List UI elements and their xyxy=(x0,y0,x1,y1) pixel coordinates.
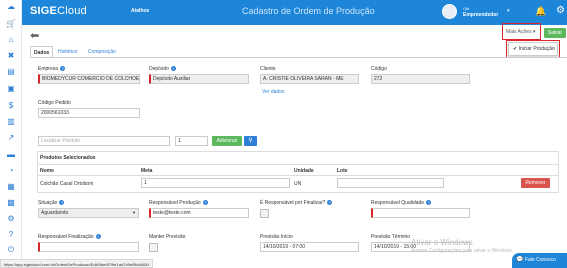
cliente-label: Cliente xyxy=(260,66,276,72)
atalhos-menu[interactable]: Atalhos xyxy=(131,8,149,14)
help-icon: ? xyxy=(426,200,432,206)
empresa-label: Empresa? xyxy=(38,66,66,72)
quantity-input[interactable]: 1 xyxy=(175,136,208,146)
resp-finalizacao-field[interactable] xyxy=(38,242,139,252)
help-icon: ? xyxy=(59,200,65,206)
save-button[interactable]: Salvar xyxy=(544,28,566,38)
help-icon: ? xyxy=(170,66,176,72)
status-bar-url: https://app.sigecloud.com.br/OrdemDeProd… xyxy=(0,259,153,268)
ver-dados-link[interactable]: Ver dados xyxy=(262,89,285,95)
sidebar: ☁ 🛒 ⌂ ✖ ▤ ▣ $ ▥ ↗ ▬ ◔ ▦ ▩ ⚙ ? ⏻ xyxy=(0,0,22,268)
col-header-nome: Nome xyxy=(40,168,54,174)
codigo-field[interactable]: 272 xyxy=(371,74,470,84)
codigo-pedido-field[interactable]: 2000561033 xyxy=(38,108,140,118)
top-bar: SIGECloud Atalhos Cadastro de Ordem de P… xyxy=(22,0,567,25)
mais-acoes-dropdown: ✔ Iniciar Produção xyxy=(508,42,558,56)
previsao-inicio-field[interactable]: 14/10/2019 - 07:00 xyxy=(260,242,359,252)
cell-unidade: UN xyxy=(294,181,302,187)
avatar[interactable] xyxy=(442,4,457,19)
windows-watermark-title: Ativar o Windows xyxy=(411,238,473,247)
e-resp-finalizar-label: É Responsável por Finalizar?? xyxy=(260,200,333,206)
brand-logo[interactable]: SIGECloud xyxy=(30,5,87,17)
situacao-label: Situação? xyxy=(38,200,65,206)
user-greeting: Olá xyxy=(463,6,470,11)
resp-producao-field[interactable]: teste@teste.com xyxy=(149,208,249,218)
page-title: Cadastro de Ordem de Produção xyxy=(242,6,375,16)
cell-nome: Colchão Casal Ortobom xyxy=(40,181,94,187)
settings-icon[interactable]: ⚙ xyxy=(5,214,17,224)
bell-icon[interactable]: 🔔 xyxy=(535,6,546,17)
resp-finalizacao-label: Responsável Finalização? xyxy=(38,234,101,240)
manter-previsao-label: Manter Previsão xyxy=(149,234,186,240)
power-icon[interactable]: ⏻ xyxy=(5,245,17,255)
chevron-down-icon: ▼ xyxy=(132,210,136,215)
e-resp-finalizar-checkbox[interactable] xyxy=(260,209,269,218)
help-icon: ? xyxy=(327,200,333,206)
help-icon: ? xyxy=(95,234,101,240)
localizar-produto-input[interactable]: Localizar Produto xyxy=(38,136,170,146)
fale-conosco-button[interactable]: 💬 Fale Conosco xyxy=(512,253,567,268)
resp-qualidade-field[interactable] xyxy=(371,208,470,218)
wrench-icon[interactable]: ↗ xyxy=(5,133,17,143)
cell-lote-input[interactable] xyxy=(337,178,444,188)
menu-item-iniciar-producao[interactable]: ✔ Iniciar Produção xyxy=(513,46,555,52)
deposito-field[interactable]: Depósito Auxiliar xyxy=(149,74,249,84)
col-header-lote: Lote xyxy=(337,168,348,174)
chat-icon: 💬 xyxy=(516,257,524,263)
grid-icon[interactable]: ▩ xyxy=(5,198,17,208)
codigo-label: Código xyxy=(371,66,387,72)
chevron-down-icon[interactable]: ▾ xyxy=(507,8,510,14)
mais-acoes-button[interactable]: Mais Ações ▾ xyxy=(506,29,535,35)
previsao-inicio-label: Previsão Início xyxy=(260,234,293,240)
empresa-field[interactable]: BIOMEDYCUR COMERCIO DE COLCHOE xyxy=(38,74,140,84)
resp-producao-label: Responsável Produção? xyxy=(149,200,208,206)
deposito-label: Depósito? xyxy=(149,66,176,72)
bank-icon[interactable]: ▥ xyxy=(5,117,17,127)
tools-icon[interactable]: ✖ xyxy=(5,51,17,61)
remover-button[interactable]: Remover xyxy=(521,178,550,188)
cell-meta-input[interactable]: 1 xyxy=(141,178,290,188)
manter-previsao-checkbox[interactable] xyxy=(149,243,158,252)
cloud-icon[interactable]: ☁ xyxy=(5,2,17,12)
box-icon[interactable]: ▣ xyxy=(5,84,17,94)
tab-divider xyxy=(30,57,567,58)
table-divider xyxy=(37,164,559,165)
search-icon: ⚲ xyxy=(248,138,253,144)
table-divider xyxy=(37,175,559,176)
truck-icon[interactable]: ▬ xyxy=(5,150,17,160)
money-icon[interactable]: $ xyxy=(5,101,17,111)
back-arrow-icon[interactable]: ⬅ xyxy=(30,29,39,42)
help-icon: ? xyxy=(202,200,208,206)
chart-icon[interactable]: ▦ xyxy=(5,182,17,192)
table-title: Produtos Selecionados xyxy=(40,155,96,161)
situacao-select[interactable]: Aguardando ▼ xyxy=(38,208,139,218)
cart-icon[interactable]: 🛒 xyxy=(5,19,17,29)
basket-icon[interactable]: ▤ xyxy=(5,67,17,77)
previsao-termino-label: Previsão Término xyxy=(371,234,411,240)
col-header-meta: Meta xyxy=(141,168,153,174)
gear-icon[interactable]: ⚙ xyxy=(556,5,565,16)
user-role[interactable]: Empreendedor xyxy=(463,12,498,18)
search-button[interactable]: ⚲ xyxy=(244,136,257,146)
resp-qualidade-label: Responsável Qualidade? xyxy=(371,200,432,206)
col-header-unidade: Unidade xyxy=(294,168,314,174)
tag-icon[interactable]: ⌂ xyxy=(5,35,17,45)
cliente-field[interactable]: A. CRISTIE OLIVEIRA SARAN - ME xyxy=(260,74,359,84)
help-circle-icon[interactable]: ? xyxy=(5,230,17,240)
adicionar-button[interactable]: Adicionar xyxy=(212,136,242,146)
codigo-pedido-label: Código Pedido xyxy=(38,100,71,106)
windows-watermark-text: Acesse Configurações para ativar o Windo… xyxy=(411,248,514,254)
help-icon: ? xyxy=(60,66,66,72)
clock-icon[interactable]: ◔ xyxy=(5,166,17,176)
